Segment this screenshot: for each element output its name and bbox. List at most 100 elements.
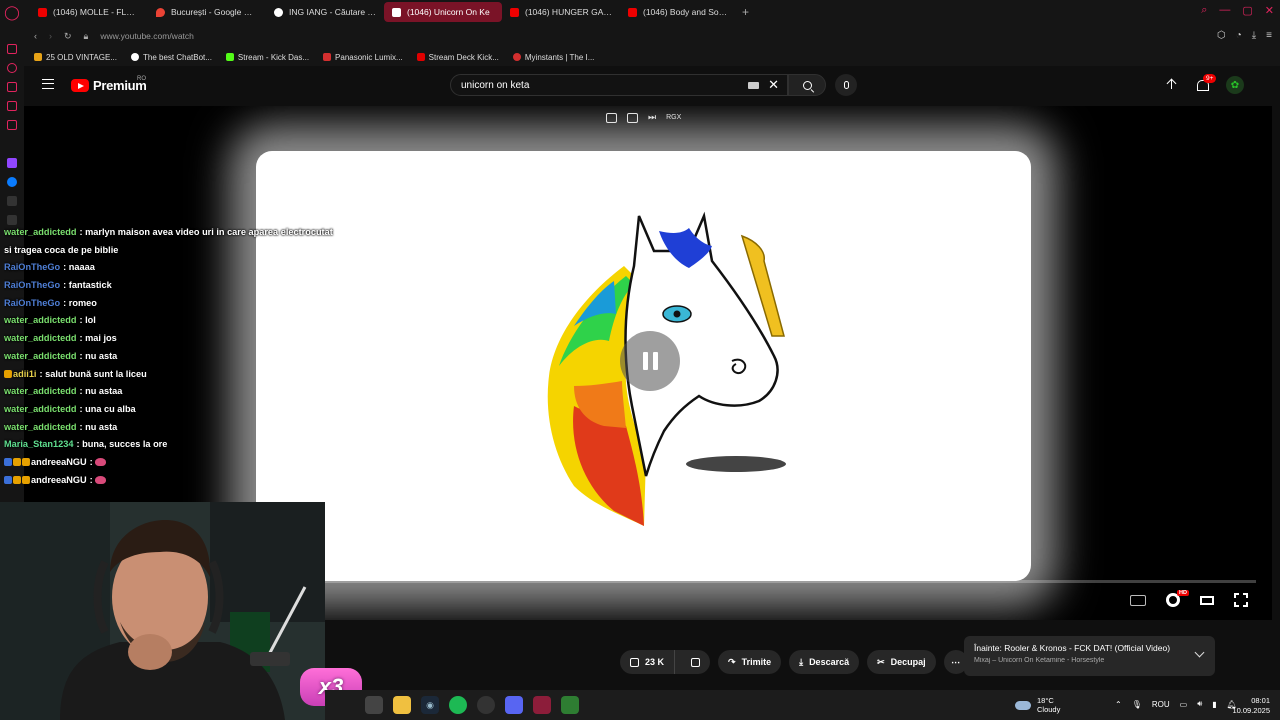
chat-username[interactable]: RaiOnTheGo (4, 280, 60, 290)
bookmark[interactable]: The best ChatBot... (130, 53, 212, 62)
sidebar-history-icon[interactable] (7, 63, 17, 73)
bookmark[interactable]: Stream - Kick Das... (225, 53, 309, 62)
back-icon[interactable]: ‹ (34, 31, 37, 41)
fullscreen-icon[interactable] (1234, 593, 1248, 607)
tab[interactable]: (1046) MOLLE - FLEX/BLA (30, 2, 148, 22)
close-icon[interactable]: ✕ (1265, 4, 1274, 17)
progress-bar[interactable] (324, 580, 1256, 583)
microphone-tray-icon[interactable]: 🎙︎ (1132, 700, 1142, 709)
opera-logo-icon[interactable]: ◯ (0, 0, 24, 24)
tab[interactable]: ING IANG - Căutare Goog (266, 2, 384, 22)
theater-mode-icon[interactable] (1200, 595, 1214, 605)
chat-username[interactable]: andreeaNGU (31, 457, 87, 467)
messenger-icon[interactable] (7, 177, 17, 187)
sidebar-ai-icon[interactable] (7, 139, 17, 149)
like-button[interactable]: 23 K (620, 650, 676, 674)
extensions-icon[interactable]: ⬡ (1217, 30, 1226, 41)
pause-icon (642, 352, 648, 370)
chat-username[interactable]: RaiOnTheGo (4, 298, 60, 308)
up-next-title: Înainte: Rooler & Kronos - FCK DAT! (Off… (974, 643, 1171, 653)
dislike-button[interactable] (681, 650, 710, 674)
language-indicator[interactable]: ROU (1152, 700, 1170, 709)
steam-icon[interactable]: ◉ (421, 696, 439, 714)
chat-badge-icon (13, 457, 21, 466)
subtitles-icon[interactable] (1130, 594, 1146, 606)
new-tab-button[interactable]: + (742, 5, 749, 19)
lock-icon[interactable]: 🔒︎ (84, 31, 89, 42)
minimize-icon[interactable]: — (1219, 4, 1230, 17)
maximize-icon[interactable]: ▢ (1242, 4, 1252, 17)
url-field[interactable]: www.youtube.com/watch (100, 31, 194, 41)
discord-icon[interactable] (505, 696, 523, 714)
chat-username[interactable]: water_addictedd (4, 227, 77, 237)
account-icon[interactable]: ◔ (1236, 30, 1242, 41)
excel-icon[interactable] (561, 696, 579, 714)
reload-icon[interactable]: ↻ (64, 31, 72, 42)
up-next-card[interactable]: Înainte: Rooler & Kronos - FCK DAT! (Off… (964, 636, 1215, 676)
file-explorer-icon[interactable] (393, 696, 411, 714)
opera-app-icon[interactable] (533, 696, 551, 714)
search-input[interactable]: unicorn on keta ✕ (450, 74, 788, 96)
menu-icon[interactable]: ≡ (1266, 30, 1272, 41)
search-tabs-icon[interactable]: ⌕ (1201, 4, 1207, 17)
display-icon[interactable]: ▭ (1180, 700, 1188, 709)
clear-search-icon[interactable]: ✕ (768, 77, 779, 93)
notifications-bell-icon[interactable]: 9+ (1196, 74, 1217, 92)
tray-chevron-icon[interactable]: ⌃ (1115, 700, 1122, 709)
bookmark[interactable]: 25 OLD VINTAGE... (34, 53, 117, 62)
download-button[interactable]: ⤓ Descarcă (789, 650, 860, 674)
start-icon[interactable] (365, 696, 383, 714)
create-icon[interactable] (1166, 78, 1178, 92)
chat-text: naaaa (68, 262, 95, 273)
keyboard-icon[interactable] (748, 82, 759, 89)
sidebar-wallet-icon[interactable] (7, 82, 17, 92)
chat-username[interactable]: Maria_Stan1234 (4, 439, 73, 449)
skip-next-icon[interactable]: ⏭ (648, 112, 656, 123)
sidebar-workspace-icon[interactable] (7, 44, 17, 54)
avatar[interactable]: ✿ (1226, 76, 1244, 94)
battery-icon[interactable]: ▮ (1212, 700, 1216, 709)
twitch-icon[interactable] (7, 158, 17, 168)
sidebar-messages-icon[interactable] (7, 101, 17, 111)
rgx-label[interactable]: RGX (666, 114, 681, 121)
bookmark[interactable]: Stream Deck Kick... (416, 53, 499, 62)
enter-icon[interactable] (627, 112, 638, 123)
chat-username[interactable]: water_addictedd (4, 422, 77, 432)
chat-message: water_addictedd: nu asta (4, 348, 364, 366)
chat-username[interactable]: water_addictedd (4, 315, 77, 325)
chat-username[interactable]: water_addictedd (4, 351, 77, 361)
chat-username[interactable]: RaiOnTheGo (4, 262, 60, 272)
up-next-subtitle: Mixaj – Unicorn On Ketamine - Horsestyle (974, 657, 1105, 664)
share-button[interactable]: ↷ Trimite (718, 650, 782, 674)
chat-username[interactable]: water_addictedd (4, 404, 77, 414)
chat-text: buna, succes la ore (82, 439, 168, 450)
download-icon[interactable]: ⤓ (1252, 30, 1256, 41)
speaker-icon (392, 7, 401, 17)
tiktok-icon[interactable] (7, 196, 17, 206)
tab[interactable]: (1046) Body and Soul (fe (620, 2, 738, 22)
clock[interactable]: 08:01 10.09.2025 (1232, 696, 1270, 716)
tab[interactable]: (1046) HUNGER GAMES 2 (502, 2, 620, 22)
bookmark[interactable]: Myinstants | The I... (512, 53, 594, 62)
tab[interactable]: București - Google Maps (148, 2, 266, 22)
weather-widget[interactable]: 18°C Cloudy (1015, 696, 1060, 714)
youtube-logo[interactable]: Premium (71, 78, 147, 93)
chat-username[interactable]: water_addictedd (4, 333, 77, 343)
pause-button[interactable] (620, 331, 680, 391)
volume-icon[interactable]: 🔊︎ (1197, 699, 1202, 709)
chat-username[interactable]: adii1i (13, 369, 37, 379)
popout-icon[interactable] (606, 112, 617, 123)
chat-username[interactable]: water_addictedd (4, 386, 77, 396)
chatgpt-app-icon[interactable] (477, 696, 495, 714)
hamburger-menu-icon[interactable] (42, 79, 54, 89)
clip-button[interactable]: ✂ Decupaj (867, 650, 936, 674)
settings-gear-icon[interactable]: HD (1166, 590, 1189, 607)
spotify-icon[interactable] (449, 696, 467, 714)
bookmark[interactable]: Panasonic Lumix... (323, 53, 403, 62)
chat-username[interactable]: andreeaNGU (31, 475, 87, 485)
search-button[interactable] (788, 74, 826, 96)
tab-active[interactable]: (1046) Unicorn On Ke (384, 2, 502, 22)
sidebar-bookmarks-icon[interactable] (7, 120, 17, 130)
forward-icon[interactable]: › (49, 31, 52, 41)
voice-search-button[interactable] (835, 74, 857, 96)
